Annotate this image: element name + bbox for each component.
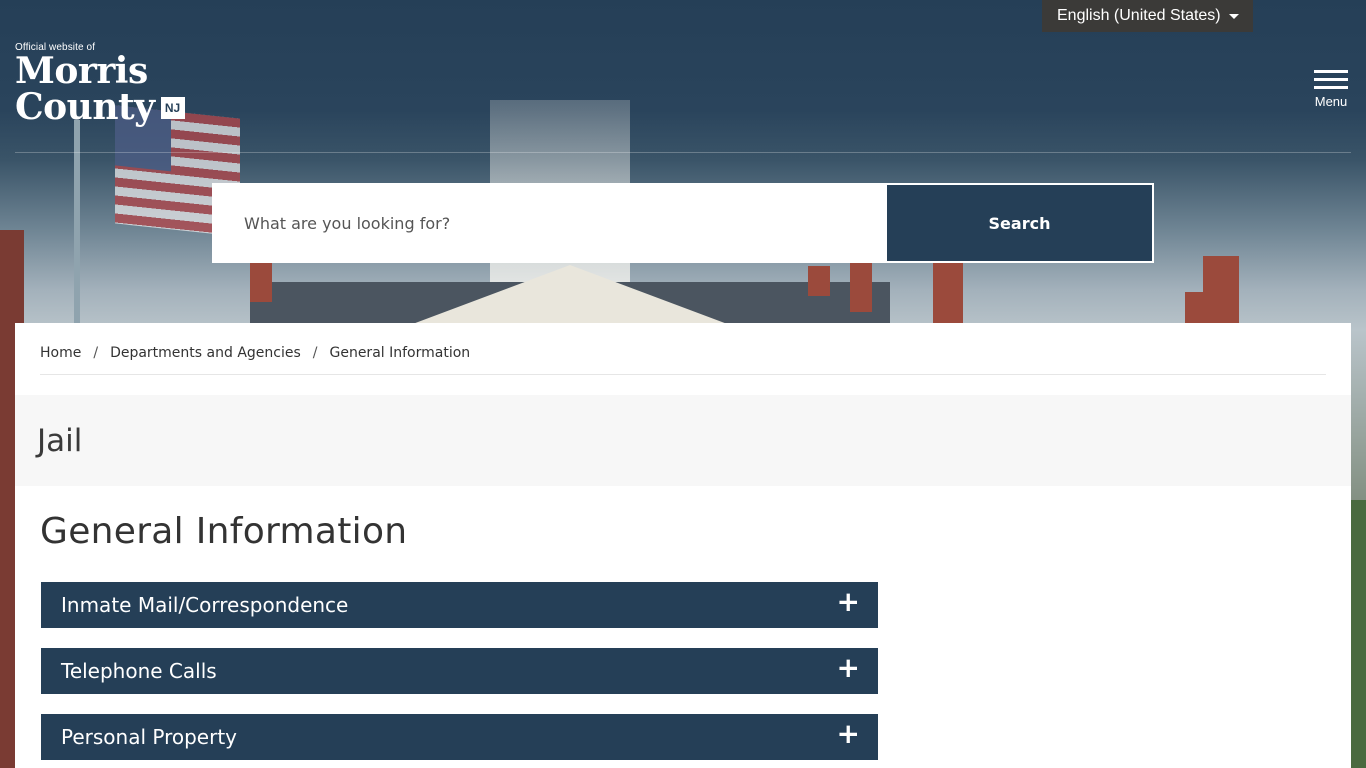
- breadcrumb-home[interactable]: Home: [40, 345, 81, 361]
- plus-icon: +: [836, 717, 860, 750]
- logo-nj-badge: NJ: [160, 97, 185, 119]
- search-input[interactable]: [212, 183, 887, 263]
- accordion-item-telephone-calls[interactable]: Telephone Calls +: [41, 648, 878, 694]
- search-form: Search: [212, 183, 1154, 263]
- accordion-item-label: Telephone Calls: [61, 659, 217, 683]
- menu-label: Menu: [1314, 94, 1348, 109]
- chimney: [850, 262, 872, 312]
- breadcrumb-current: General Information: [329, 345, 471, 361]
- chimney: [808, 266, 830, 296]
- page-title: Jail: [37, 423, 83, 459]
- breadcrumb-departments[interactable]: Departments and Agencies: [110, 345, 301, 361]
- breadcrumb: Home / Departments and Agencies / Genera…: [40, 345, 470, 361]
- site-logo[interactable]: Official website of Morris County NJ: [15, 42, 185, 125]
- section-heading: General Information: [40, 511, 408, 552]
- accordion-item-personal-property[interactable]: Personal Property +: [41, 714, 878, 760]
- caret-down-icon: [1229, 14, 1239, 19]
- trees: [1350, 500, 1366, 768]
- plus-icon: +: [836, 585, 860, 618]
- content-card: Home / Departments and Agencies / Genera…: [15, 323, 1351, 768]
- accordion-item-label: Inmate Mail/Correspondence: [61, 593, 349, 617]
- chimney: [1203, 256, 1239, 323]
- title-band: Jail: [15, 395, 1351, 486]
- logo-line-1: Morris: [15, 50, 148, 92]
- breadcrumb-divider: [40, 374, 1326, 375]
- accordion: Inmate Mail/Correspondence + Telephone C…: [41, 582, 878, 768]
- search-button[interactable]: Search: [887, 185, 1152, 261]
- hamburger-icon: [1310, 70, 1352, 89]
- header-divider: [15, 152, 1351, 153]
- breadcrumb-separator: /: [93, 345, 99, 361]
- language-selector[interactable]: English (United States): [1042, 0, 1253, 32]
- accordion-item-inmate-mail[interactable]: Inmate Mail/Correspondence +: [41, 582, 878, 628]
- logo-line-2: County: [15, 86, 155, 128]
- plus-icon: +: [836, 651, 860, 684]
- accordion-item-label: Personal Property: [61, 725, 238, 749]
- menu-button[interactable]: Menu: [1310, 70, 1352, 114]
- courthouse-pediment: [410, 265, 730, 325]
- breadcrumb-separator: /: [312, 345, 318, 361]
- language-label: English (United States): [1057, 7, 1221, 24]
- chimney: [250, 262, 272, 302]
- chimney: [933, 262, 963, 323]
- chimney: [1185, 292, 1207, 323]
